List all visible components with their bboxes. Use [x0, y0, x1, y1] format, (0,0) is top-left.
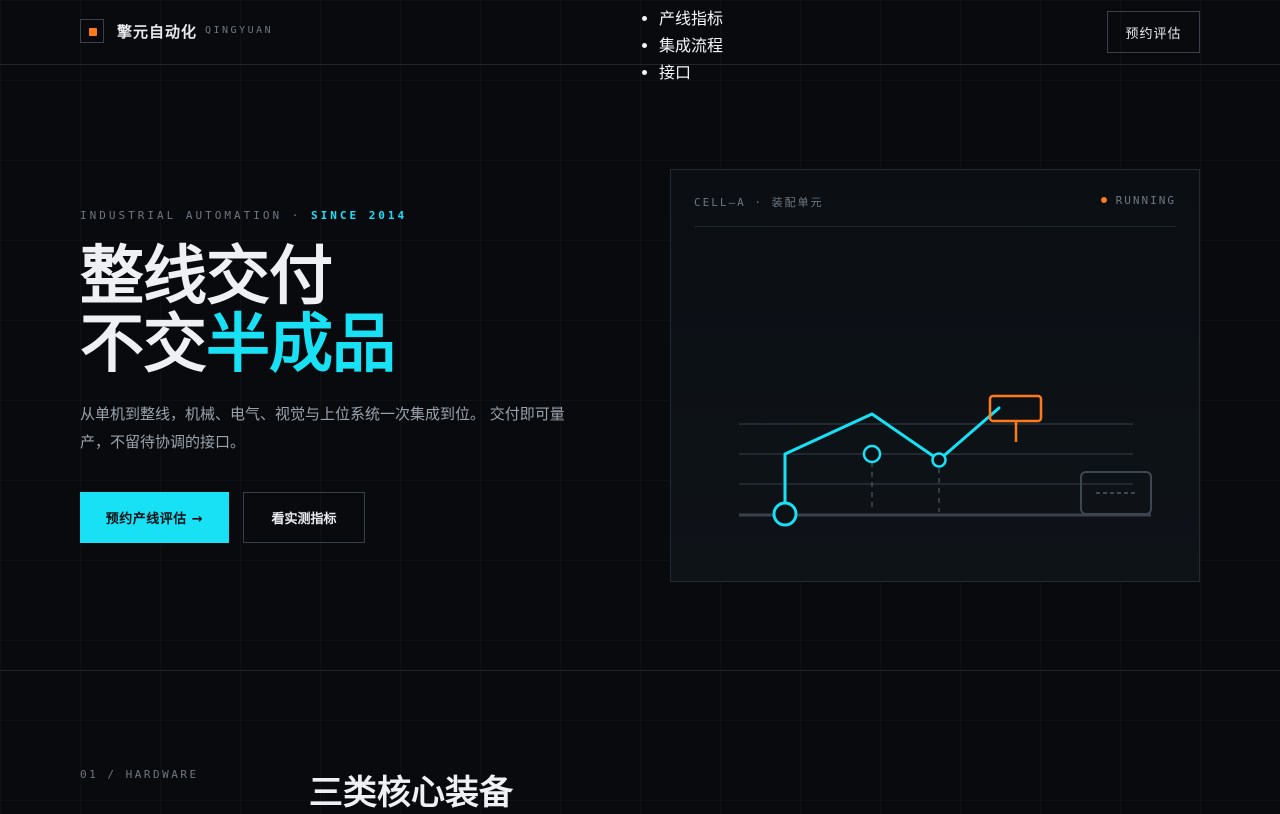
joint-guides [871, 462, 940, 512]
gripper-icon [988, 394, 1043, 442]
logo-dot [89, 28, 97, 36]
cell-status-panel: CELL—A · 装配单元 RUNNING [670, 169, 1200, 582]
logo-icon[interactable] [80, 19, 104, 43]
hero-description: 从单机到整线，机械、电气、视觉与上位系统一次集成到位。 交付即可量产，不留待协调… [80, 405, 565, 451]
hero-title: 整线交付 不交半成品 [80, 240, 396, 382]
nav-item-metrics[interactable]: 产线指标 [641, 5, 723, 32]
hero-title-line1: 整线交付 [80, 240, 333, 314]
hero-title-accent: 半成品 [206, 308, 396, 382]
nav-item-process[interactable]: 集成流程 [641, 32, 723, 59]
section-title: 三类核心装备 [309, 773, 513, 813]
section-divider [0, 670, 1280, 671]
site-header: 擎元自动化 QINGYUAN 产线指标 集成流程 接口 预约评估 [0, 0, 1280, 82]
base-joint-icon [772, 501, 798, 527]
brand-name[interactable]: 擎元自动化 [117, 21, 197, 42]
eyebrow-text: INDUSTRIAL AUTOMATION · [80, 209, 311, 222]
main-nav: 产线指标 集成流程 接口 [641, 5, 723, 86]
book-line-assessment-button[interactable]: 预约产线评估 → [80, 492, 229, 543]
nav-item-interface[interactable]: 接口 [641, 59, 723, 86]
hero-eyebrow: INDUSTRIAL AUTOMATION · SINCE 2014 [80, 209, 407, 222]
view-metrics-button[interactable]: 看实测指标 [243, 492, 365, 543]
elbow-joint-icon [862, 444, 882, 464]
book-assessment-button[interactable]: 预约评估 [1107, 11, 1200, 53]
conveyor-module-icon [1080, 471, 1152, 515]
robot-arm-diagram [739, 394, 1152, 527]
brand-english-name: QINGYUAN [205, 25, 274, 36]
hero-title-plain: 不交 [80, 308, 207, 382]
eyebrow-highlight: SINCE 2014 [310, 209, 408, 222]
section-number: 01 / HARDWARE [80, 768, 199, 781]
wrist-joint-icon [931, 452, 947, 468]
hero-title-line2: 不交半成品 [80, 308, 396, 382]
